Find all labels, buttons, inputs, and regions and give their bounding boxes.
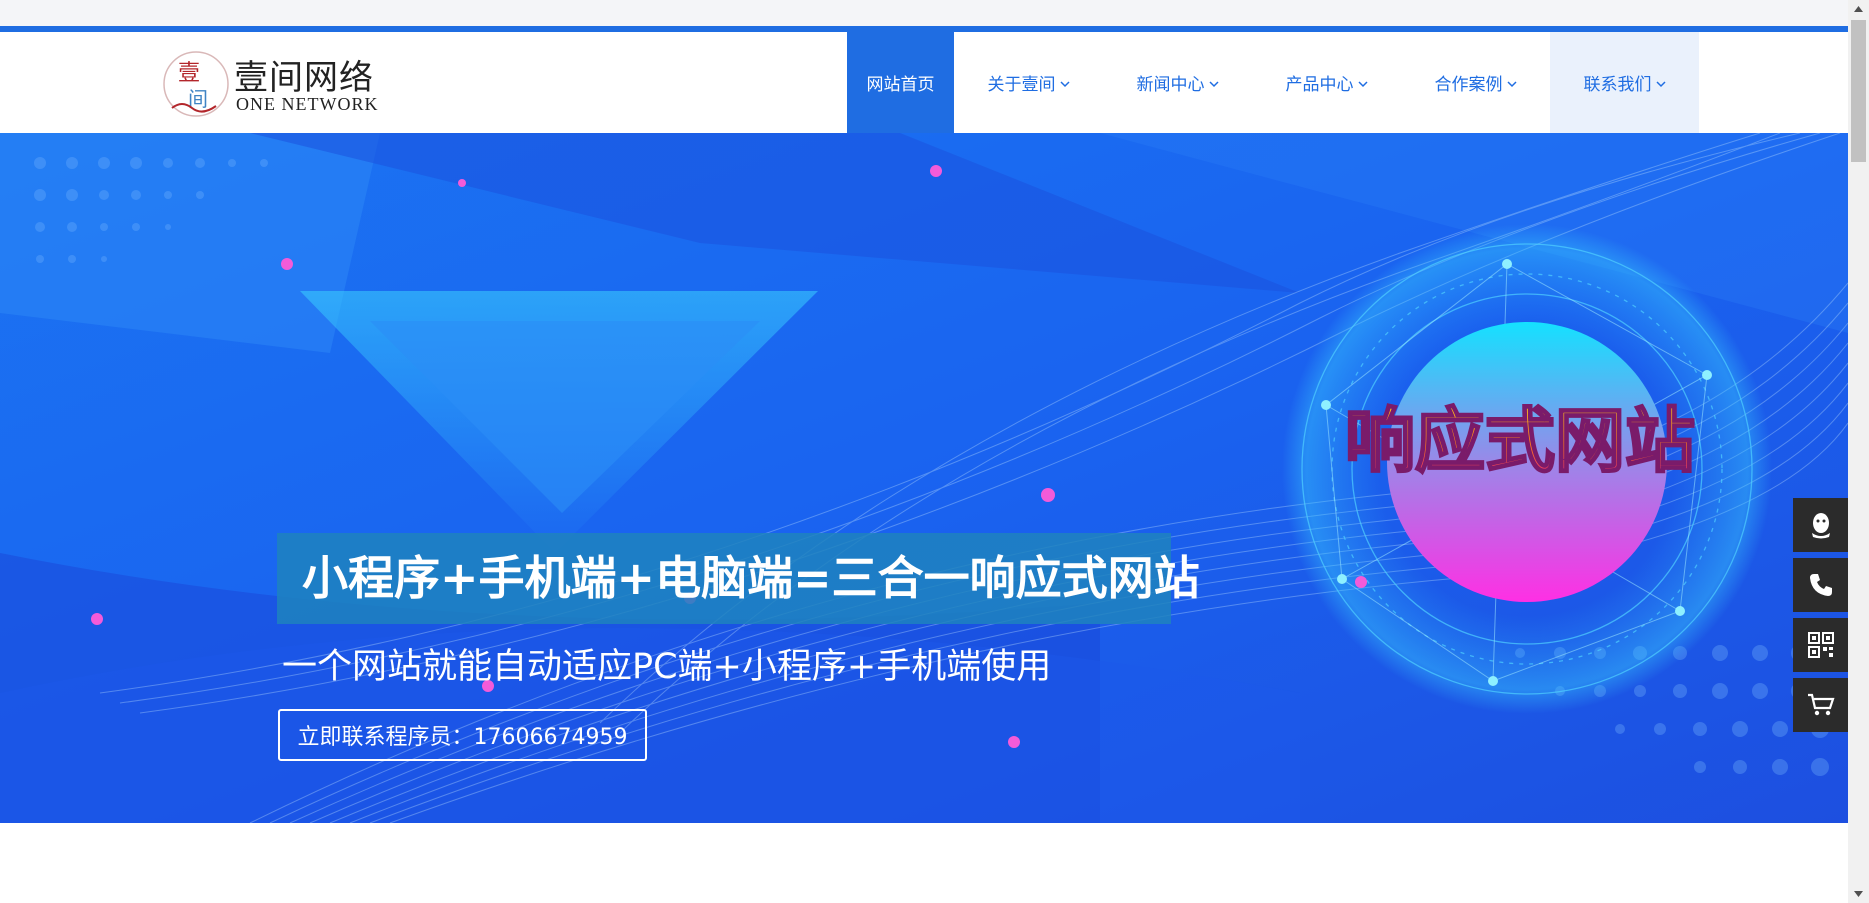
nav-item-1[interactable]: 网站首页 bbox=[847, 32, 954, 133]
qr-code-icon bbox=[1807, 632, 1834, 658]
nav-item-label: 合作案例 bbox=[1434, 75, 1503, 95]
scroll-down-arrow-icon[interactable] bbox=[1848, 885, 1869, 903]
contact-programmer-button[interactable]: 立即联系程序员：17606674959 bbox=[278, 709, 647, 761]
qq-icon bbox=[1811, 513, 1830, 539]
nav-item-label: 关于壹间 bbox=[987, 75, 1056, 95]
scroll-up-arrow-icon[interactable] bbox=[1848, 0, 1869, 18]
hero-subtitle: 一个网站就能自动适应PC端+小程序+手机端使用 bbox=[282, 647, 1052, 687]
phone-icon bbox=[1809, 574, 1832, 596]
logo-seal-char-1: 壹 bbox=[178, 61, 200, 86]
browser-viewport: 壹 间 壹间网络 ONE NETWORK 网站首页 关于壹间 新闻中心 产品中心 合作案… bbox=[0, 0, 1869, 903]
qr-code-button[interactable] bbox=[1793, 618, 1848, 672]
nav-item-3[interactable]: 新闻中心 bbox=[1103, 32, 1252, 133]
nav-item-label: 网站首页 bbox=[866, 75, 935, 95]
chevron-down-icon bbox=[1655, 73, 1666, 93]
nav-item-5[interactable]: 合作案例 bbox=[1401, 32, 1550, 133]
chevron-down-icon bbox=[1506, 73, 1517, 93]
hero-banner[interactable]: 响应式网站 小程序+手机端+电脑端=三合一响应式网站 一个网站就能自动适应PC端… bbox=[0, 133, 1848, 823]
banner-emblem-text: 响应式网站 bbox=[1345, 400, 1695, 482]
site-logo[interactable]: 壹 间 壹间网络 ONE NETWORK bbox=[162, 48, 382, 120]
logo-seal-icon: 壹 间 bbox=[163, 51, 229, 117]
logo-name-en: ONE NETWORK bbox=[236, 94, 379, 114]
scrollbar-thumb[interactable] bbox=[1851, 20, 1866, 162]
qq-button[interactable] bbox=[1793, 498, 1848, 552]
logo-name-cn: 壹间网络 bbox=[234, 58, 374, 98]
hero-title: 小程序+手机端+电脑端=三合一响应式网站 bbox=[302, 551, 1200, 605]
chevron-down-icon bbox=[1357, 73, 1368, 93]
cart-button[interactable] bbox=[1793, 678, 1848, 732]
nav-item-label: 新闻中心 bbox=[1136, 75, 1205, 95]
site-header: 壹 间 壹间网络 ONE NETWORK 网站首页 关于壹间 新闻中心 产品中心 合作案… bbox=[0, 32, 1848, 133]
chevron-down-icon bbox=[1208, 73, 1219, 93]
main-nav: 网站首页 关于壹间 新闻中心 产品中心 合作案例 联系我们 bbox=[847, 32, 1699, 133]
nav-item-2[interactable]: 关于壹间 bbox=[954, 32, 1103, 133]
page-scrollbar[interactable] bbox=[1848, 0, 1869, 903]
nav-item-label: 联系我们 bbox=[1583, 75, 1652, 95]
nav-item-label: 产品中心 bbox=[1285, 75, 1354, 95]
nav-item-4[interactable]: 产品中心 bbox=[1252, 32, 1401, 133]
nav-item-6[interactable]: 联系我们 bbox=[1550, 32, 1699, 133]
cart-icon bbox=[1807, 693, 1835, 716]
hero-title-box: 小程序+手机端+电脑端=三合一响应式网站 bbox=[277, 533, 1200, 624]
phone-button[interactable] bbox=[1793, 558, 1848, 612]
floating-toolbar bbox=[1793, 498, 1848, 738]
top-strip bbox=[0, 0, 1848, 26]
chevron-down-icon bbox=[1059, 73, 1070, 93]
